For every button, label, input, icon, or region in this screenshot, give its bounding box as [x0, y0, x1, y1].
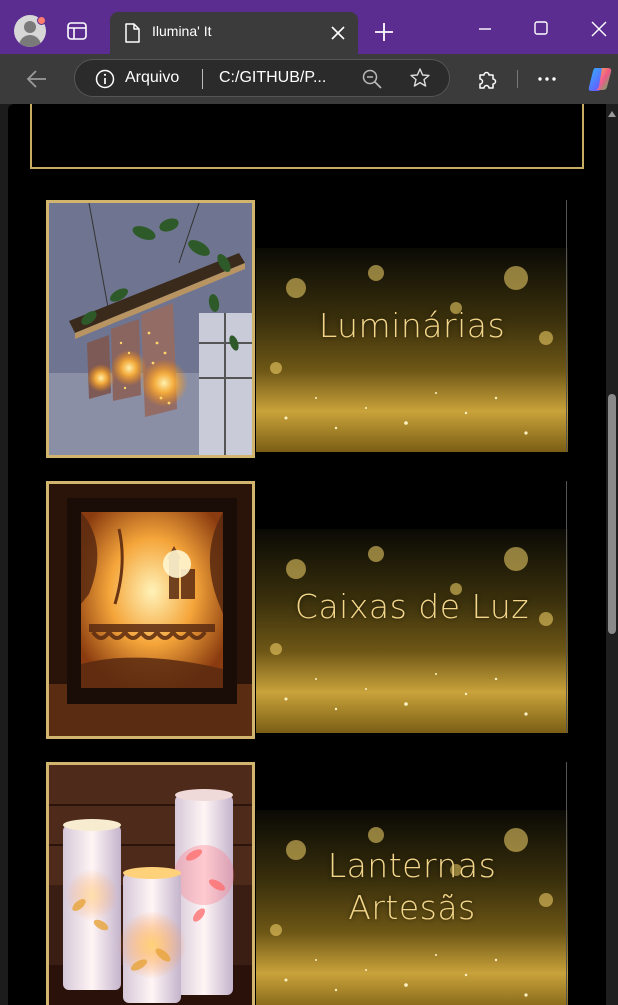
glitter-background [256, 248, 568, 452]
site-info-label[interactable]: Arquivo [125, 69, 179, 87]
maximize-icon[interactable] [530, 18, 552, 40]
info-icon[interactable] [95, 69, 115, 89]
address-bar[interactable]: Arquivo C:/GITHUB/P... [74, 59, 450, 97]
notification-dot [37, 16, 46, 25]
category-card-caixas-de-luz[interactable]: Caixas de Luz [46, 481, 568, 739]
header-frame [30, 104, 584, 169]
glitter-background [256, 529, 568, 733]
address-divider [202, 69, 203, 89]
category-title[interactable]: Luminárias [256, 305, 568, 347]
category-photo[interactable] [46, 200, 255, 458]
copilot-icon[interactable] [586, 65, 614, 93]
close-icon[interactable] [330, 25, 346, 41]
url-text[interactable]: C:/GITHUB/P... [219, 69, 326, 87]
close-window-icon[interactable] [588, 18, 610, 40]
scrollbar-thumb[interactable] [608, 394, 616, 634]
category-title[interactable]: Lanternas Artesãs [256, 845, 568, 929]
category-title[interactable]: Caixas de Luz [256, 586, 568, 628]
scroll-up-arrow-icon[interactable] [608, 110, 616, 118]
category-banner[interactable]: Lanternas Artesãs [256, 762, 568, 1005]
category-banner[interactable]: Luminárias [256, 200, 568, 452]
minimize-icon[interactable] [474, 18, 496, 40]
zoom-out-icon[interactable] [361, 68, 383, 90]
browser-toolbar: Arquivo C:/GITHUB/P... [0, 54, 618, 104]
page-document-icon [125, 23, 140, 43]
title-bar: Ilumina' It [0, 0, 618, 54]
category-photo[interactable] [46, 762, 255, 1005]
active-tab[interactable]: Ilumina' It [110, 12, 358, 54]
toolbar-divider [517, 70, 518, 88]
vertical-scrollbar[interactable] [606, 104, 618, 1005]
category-photo[interactable] [46, 481, 255, 739]
puzzle-icon[interactable] [476, 68, 498, 90]
category-card-luminarias[interactable]: Luminárias [46, 200, 568, 458]
plus-icon[interactable] [372, 20, 396, 44]
star-icon[interactable] [409, 67, 431, 89]
category-banner[interactable]: Caixas de Luz [256, 481, 568, 733]
category-card-lanternas-artesas[interactable]: Lanternas Artesãs [46, 762, 568, 1005]
tab-actions-icon[interactable] [66, 20, 88, 42]
page-viewport: Luminárias Caixas de Luz Lanternas Artes… [8, 104, 606, 1005]
more-dots-icon[interactable] [535, 68, 559, 90]
back-arrow-icon[interactable] [24, 66, 50, 92]
tab-title: Ilumina' It [152, 23, 212, 39]
